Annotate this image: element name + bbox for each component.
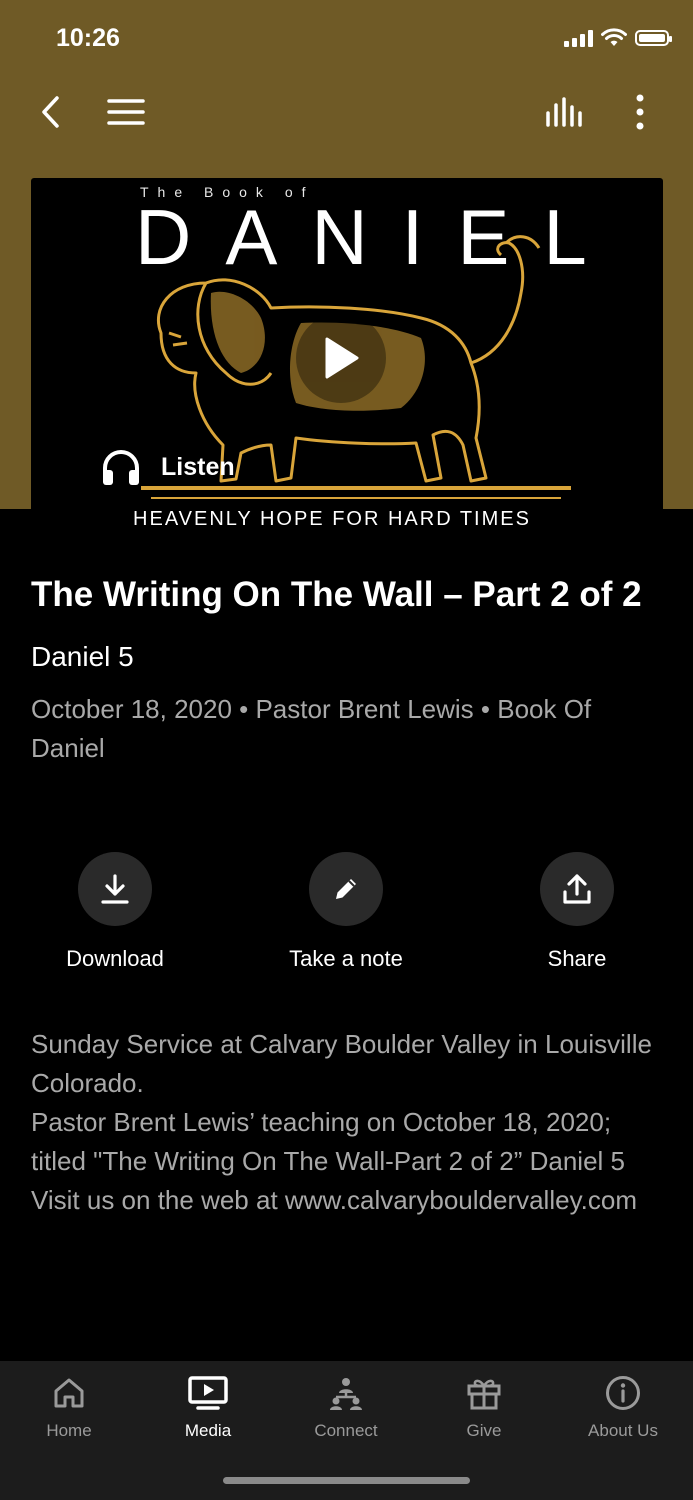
tab-media-label: Media: [184, 1421, 232, 1440]
top-navigation-bar: [0, 80, 693, 144]
home-indicator[interactable]: [223, 1477, 470, 1484]
battery-icon: [635, 30, 672, 46]
sermon-meta: October 18, 2020 • Pastor Brent Lewis • …: [31, 694, 592, 763]
download-label: Download: [66, 946, 164, 971]
wifi-icon: [601, 28, 627, 46]
share-icon: [563, 874, 591, 904]
menu-button[interactable]: [104, 90, 148, 134]
tab-connect[interactable]: Connect: [277, 1373, 415, 1441]
download-button[interactable]: Download: [15, 852, 215, 972]
tab-home-label: Home: [46, 1421, 92, 1440]
chevron-left-icon: [42, 96, 59, 128]
tab-about-us[interactable]: About Us: [554, 1373, 692, 1441]
take-note-button[interactable]: Take a note: [246, 852, 446, 972]
cellular-signal-icon: [564, 29, 593, 47]
audio-bars-icon: [546, 97, 582, 127]
info-icon: [606, 1376, 640, 1410]
share-circle: [540, 852, 614, 926]
gift-icon: [467, 1379, 501, 1410]
share-button[interactable]: Share: [477, 852, 677, 972]
artwork-tagline: HEAVENLY HOPE FOR HARD TIMES: [133, 508, 531, 530]
tab-connect-label: Connect: [314, 1421, 378, 1440]
play-icon: [325, 337, 359, 379]
description-line: Sunday Service at Calvary Boulder Valley…: [31, 1029, 652, 1098]
tab-media[interactable]: Media: [139, 1373, 277, 1441]
take-note-circle: [309, 852, 383, 926]
connect-people-icon: [330, 1378, 362, 1410]
description-line: Pastor Brent Lewis’ teaching on October …: [31, 1107, 625, 1176]
artwork-title: DANIEL: [135, 193, 621, 281]
tab-give[interactable]: Give: [415, 1373, 553, 1441]
home-icon: [54, 1378, 84, 1408]
pencil-icon: [336, 879, 356, 899]
audio-button[interactable]: [543, 90, 587, 134]
download-circle: [78, 852, 152, 926]
status-time: 10:26: [56, 24, 120, 52]
take-note-label: Take a note: [289, 946, 403, 971]
hamburger-menu-icon: [107, 99, 145, 125]
sermon-artwork[interactable]: The Book of DANIEL Listen HEAVENLY HOPE …: [31, 178, 663, 538]
tab-give-label: Give: [466, 1421, 502, 1440]
back-button[interactable]: [28, 90, 72, 134]
sermon-title: The Writing On The Wall – Part 2 of 2: [31, 575, 642, 614]
description-line: Visit us on the web at www.calvaryboulde…: [31, 1185, 637, 1215]
headphones-icon: [103, 450, 139, 485]
more-options-button[interactable]: [618, 90, 662, 134]
tab-about-us-label: About Us: [588, 1421, 658, 1440]
tab-home[interactable]: Home: [0, 1373, 138, 1441]
media-tv-icon: [188, 1376, 228, 1410]
listen-label: Listen: [161, 452, 235, 481]
share-label: Share: [547, 946, 607, 971]
sermon-description: Sunday Service at Calvary Boulder Valley…: [31, 1025, 656, 1220]
status-icons: [564, 28, 672, 48]
play-button[interactable]: [296, 313, 386, 403]
download-icon: [101, 874, 129, 904]
vertical-ellipsis-icon: [636, 94, 644, 130]
sermon-details: The Writing On The Wall – Part 2 of 2 Da…: [31, 570, 651, 768]
sermon-scripture: Daniel 5: [31, 641, 134, 672]
status-bar: 10:26: [0, 0, 693, 80]
listen-button[interactable]: Listen: [101, 448, 235, 486]
action-row: Download Take a note Share: [0, 850, 693, 980]
